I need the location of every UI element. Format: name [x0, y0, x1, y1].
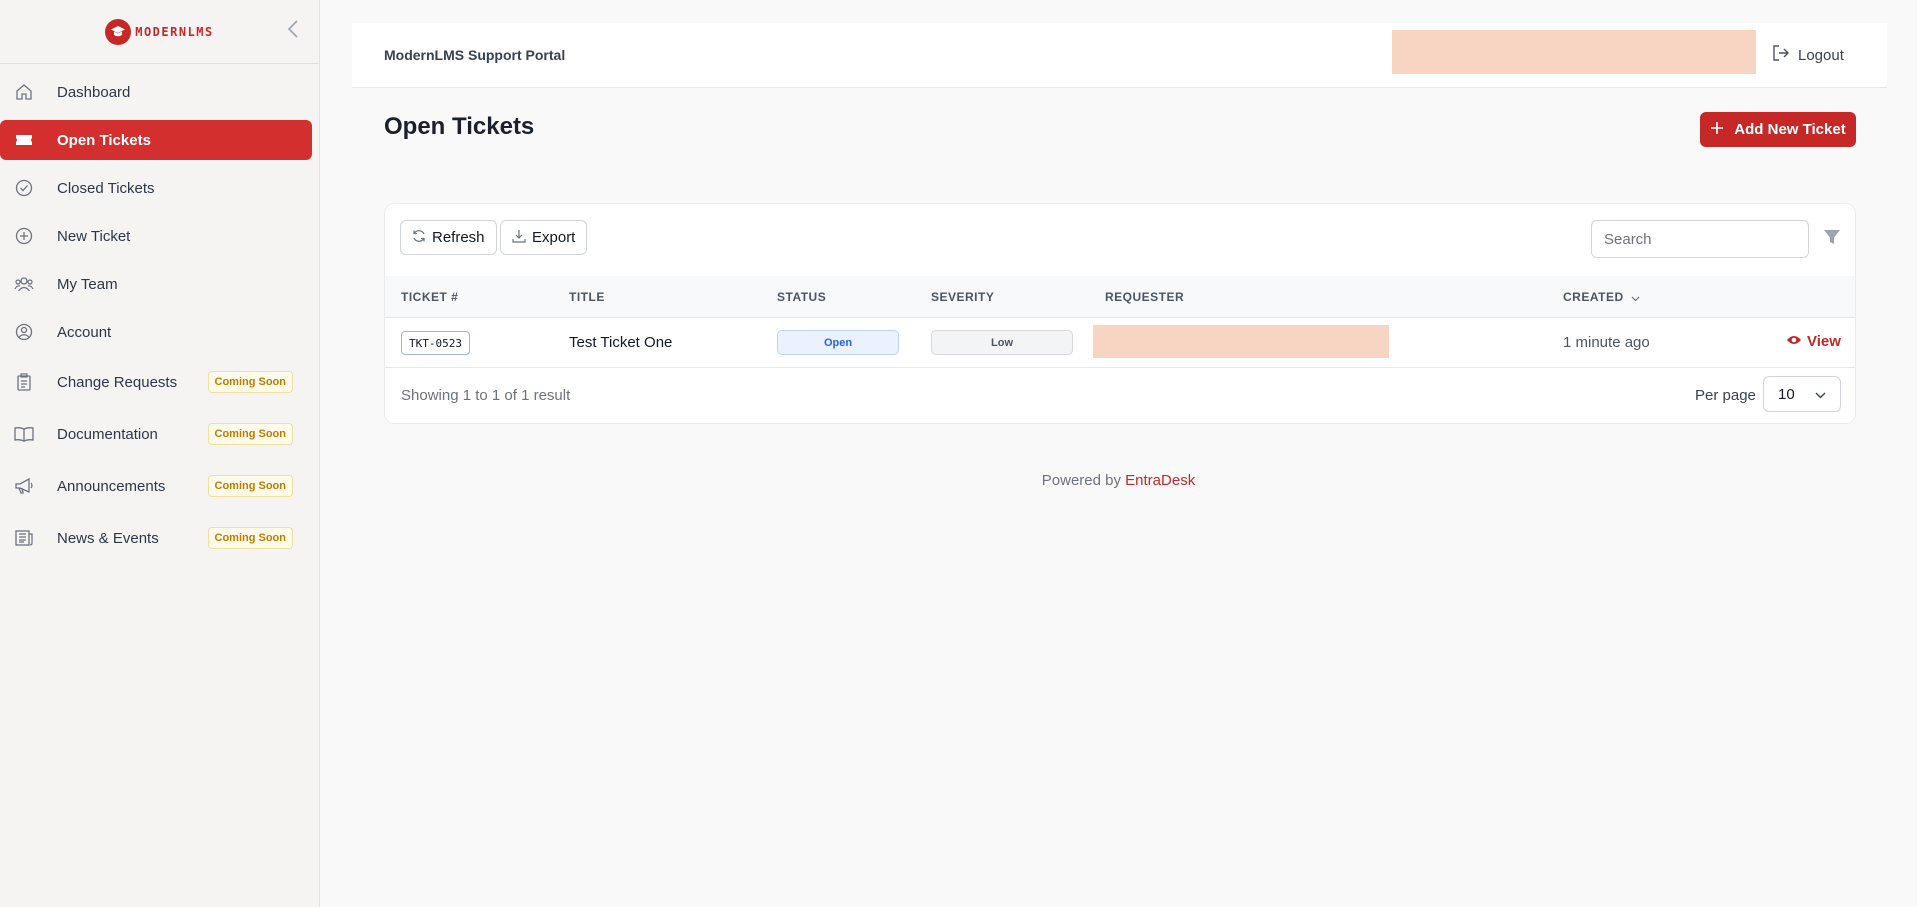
filter-button[interactable] [1823, 228, 1843, 248]
sidebar-item-label: Closed Tickets [57, 179, 155, 197]
page-title: Open Tickets [384, 113, 535, 140]
brand-name: MODERNLMS [135, 24, 214, 39]
user-circle-icon [14, 322, 34, 342]
add-new-ticket-button[interactable]: Add New Ticket [1700, 112, 1856, 147]
sidebar-item-closed-tickets[interactable]: Closed Tickets [0, 168, 313, 208]
sidebar-item-change-requests[interactable]: Change Requests Coming Soon [0, 360, 313, 404]
sidebar-item-account[interactable]: Account [0, 312, 313, 352]
add-new-ticket-label: Add New Ticket [1734, 121, 1846, 138]
severity-badge: Low [931, 330, 1073, 355]
logout-label: Logout [1798, 46, 1844, 64]
eye-icon [1786, 333, 1802, 350]
graduation-cap-icon [105, 18, 132, 45]
coming-soon-badge: Coming Soon [207, 527, 293, 549]
column-header-status[interactable]: STATUS [777, 290, 826, 304]
column-header-requester[interactable]: REQUESTER [1105, 290, 1184, 304]
sidebar-item-label: Change Requests [57, 373, 178, 391]
logout-button[interactable]: Logout [1772, 44, 1844, 66]
column-header-created[interactable]: CREATED [1563, 290, 1640, 305]
powered-by-footer: Powered by EntraDesk [0, 472, 1917, 489]
coming-soon-badge: Coming Soon [207, 423, 293, 445]
sidebar-item-label: Open Tickets [57, 131, 151, 149]
plus-icon [1710, 121, 1724, 139]
powered-by-prefix: Powered by [1041, 472, 1121, 489]
table-row[interactable]: TKT-0523 Test Ticket One Open Low 1 minu… [385, 318, 1855, 368]
view-label: View [1807, 333, 1841, 350]
table-header: TICKET # TITLE STATUS SEVERITY REQUESTER… [385, 276, 1855, 318]
brand-header: MODERNLMS [0, 0, 319, 64]
check-circle-icon [14, 178, 34, 198]
sidebar-item-open-tickets[interactable]: Open Tickets [0, 120, 312, 160]
chevron-down-icon [1815, 386, 1826, 403]
created-time: 1 minute ago [1563, 334, 1650, 351]
brand-logo[interactable]: MODERNLMS [105, 18, 214, 45]
column-header-title[interactable]: TITLE [569, 290, 605, 304]
sidebar-item-label: New Ticket [57, 227, 131, 245]
per-page-value: 10 [1778, 385, 1795, 403]
export-button[interactable]: Export [500, 220, 588, 255]
sidebar-item-label: Dashboard [57, 83, 131, 101]
column-header-ticket[interactable]: TICKET # [401, 290, 458, 304]
sidebar-item-label: News & Events [57, 529, 159, 547]
book-icon [14, 424, 34, 444]
download-icon [512, 229, 526, 247]
team-icon [14, 274, 34, 294]
sidebar-item-label: Account [57, 323, 112, 341]
tickets-card: Refresh Export TICKET # TITLE STATUS SEV… [384, 203, 1856, 424]
per-page-label: Per page [1695, 387, 1756, 404]
sidebar: MODERNLMS Dashboard Open Tickets Closed … [0, 0, 320, 907]
status-badge: Open [777, 330, 899, 355]
ticket-icon [14, 130, 34, 150]
sidebar-item-dashboard[interactable]: Dashboard [0, 72, 313, 112]
newspaper-icon [14, 528, 34, 548]
search-input[interactable] [1591, 220, 1809, 258]
refresh-button[interactable]: Refresh [400, 220, 497, 255]
redacted-requester [1093, 325, 1389, 358]
ticket-number[interactable]: TKT-0523 [401, 331, 470, 355]
redacted-user-info [1392, 30, 1756, 74]
chevron-down-icon [1631, 291, 1640, 305]
coming-soon-badge: Coming Soon [207, 371, 293, 393]
sidebar-item-documentation[interactable]: Documentation Coming Soon [0, 412, 313, 456]
portal-title: ModernLMS Support Portal [384, 47, 566, 63]
sidebar-item-label: Documentation [57, 425, 158, 443]
chevron-left-icon [287, 19, 299, 43]
filter-icon [1823, 230, 1841, 250]
sidebar-item-new-ticket[interactable]: New Ticket [0, 216, 313, 256]
entradesk-link[interactable]: EntraDesk [1125, 472, 1195, 489]
clipboard-icon [14, 372, 34, 392]
export-label: Export [532, 229, 576, 246]
per-page-select[interactable]: 10 [1763, 376, 1841, 412]
collapse-sidebar-button[interactable] [283, 19, 303, 43]
top-header: ModernLMS Support Portal Logout [352, 23, 1887, 88]
refresh-label: Refresh [432, 229, 485, 246]
view-ticket-link[interactable]: View [1786, 333, 1841, 350]
sidebar-item-my-team[interactable]: My Team [0, 264, 313, 304]
pagination-summary: Showing 1 to 1 of 1 result [401, 387, 571, 404]
plus-circle-icon [14, 226, 34, 246]
logout-icon [1772, 44, 1790, 66]
sidebar-item-label: My Team [57, 275, 118, 293]
home-icon [14, 82, 34, 102]
column-header-severity[interactable]: SEVERITY [931, 290, 994, 304]
sidebar-item-news-events[interactable]: News & Events Coming Soon [0, 516, 313, 560]
refresh-icon [412, 229, 426, 247]
column-header-created-label: CREATED [1563, 290, 1624, 304]
ticket-title: Test Ticket One [569, 334, 673, 351]
